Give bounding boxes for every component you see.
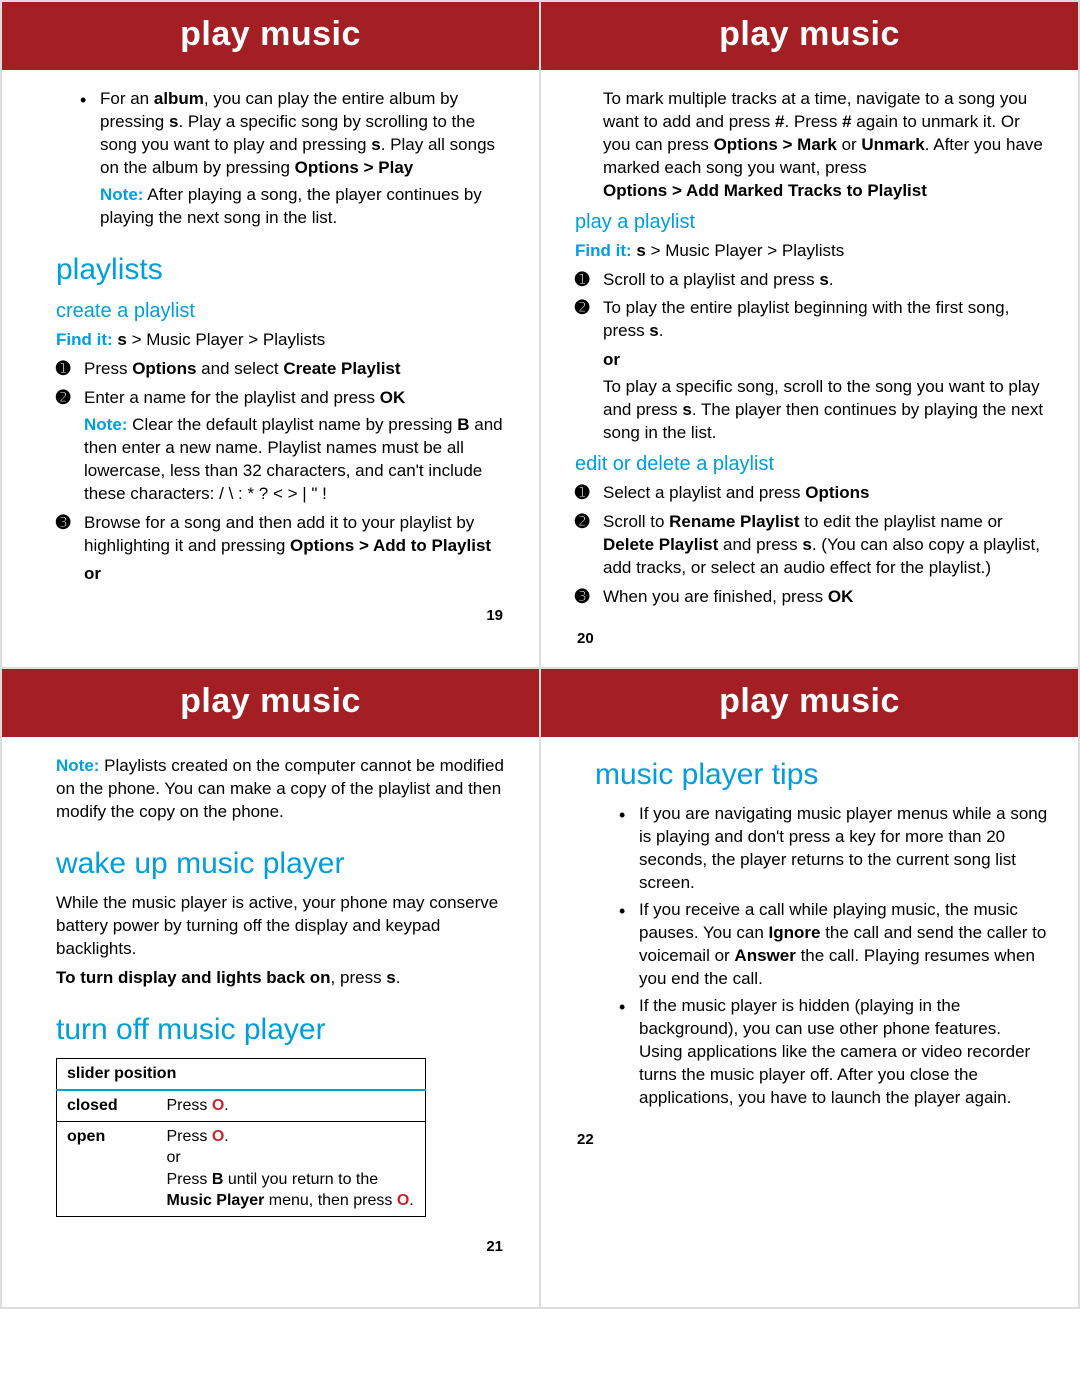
table-row: closed Press O.: [57, 1090, 426, 1121]
tips-heading: music player tips: [595, 755, 1048, 796]
tip-item: If you are navigating music player menus…: [595, 803, 1048, 895]
step-1: ➊ Select a playlist and press Options: [575, 482, 1048, 505]
page-19: play music For an album, you can play th…: [1, 1, 540, 668]
step-1: ➊ Press Options and select Create Playli…: [56, 358, 509, 381]
page-number: 21: [2, 1237, 539, 1257]
page-21-content: Note: Playlists created on the computer …: [2, 755, 539, 1217]
s-key-icon: s: [386, 968, 395, 987]
wake-para: While the music player is active, your p…: [56, 892, 509, 961]
s-key-icon: s: [802, 535, 811, 554]
mark-tracks-para: To mark multiple tracks at a time, navig…: [575, 88, 1048, 203]
step-1: ➊ Scroll to a playlist and press s.: [575, 269, 1048, 292]
note-block: Note: Playlists created on the computer …: [56, 755, 509, 824]
turnoff-heading: turn off music player: [56, 1010, 509, 1051]
s-key-icon: s: [371, 135, 380, 154]
page-number: 22: [541, 1130, 1078, 1150]
banner: play music: [2, 669, 539, 737]
tip-item: If you receive a call while playing musi…: [595, 899, 1048, 991]
play-steps: ➊ Scroll to a playlist and press s. ➋ To…: [575, 269, 1048, 446]
create-steps: ➊ Press Options and select Create Playli…: [56, 358, 509, 558]
o-key-icon: O: [212, 1128, 224, 1145]
edit-steps: ➊ Select a playlist and press Options ➋ …: [575, 482, 1048, 609]
s-key-icon: s: [682, 400, 691, 419]
step-2: ➋ Scroll to Rename Playlist to edit the …: [575, 511, 1048, 580]
b-key-icon: B: [457, 415, 469, 434]
o-key-icon: O: [212, 1097, 224, 1114]
or-label: or: [603, 349, 1048, 372]
find-it-line: Find it: s > Music Player > Playlists: [56, 329, 509, 352]
step-3: ➌ When you are finished, press OK: [575, 586, 1048, 609]
step-2: ➋ Enter a name for the playlist and pres…: [56, 387, 509, 506]
page-22-content: music player tips If you are navigating …: [541, 755, 1078, 1110]
page-21: play music Note: Playlists created on th…: [1, 668, 540, 1308]
page-number: 20: [541, 629, 1078, 649]
banner: play music: [541, 669, 1078, 737]
s-key-icon: s: [636, 241, 645, 260]
page-22: play music music player tips If you are …: [540, 668, 1079, 1308]
page-20-content: To mark multiple tracks at a time, navig…: [541, 88, 1078, 609]
wake-heading: wake up music player: [56, 844, 509, 885]
page-19-content: For an album, you can play the entire al…: [2, 88, 539, 587]
b-key-icon: B: [212, 1171, 224, 1188]
banner: play music: [541, 2, 1078, 70]
step-2: ➋ To play the entire playlist beginning …: [575, 297, 1048, 445]
album-bullets: For an album, you can play the entire al…: [56, 88, 509, 230]
page-number: 19: [2, 606, 539, 626]
table-row: open Press O. or Press B until you retur…: [57, 1121, 426, 1216]
s-key-icon: s: [117, 330, 126, 349]
tips-list: If you are navigating music player menus…: [595, 803, 1048, 1109]
page-grid: play music For an album, you can play th…: [0, 0, 1080, 1309]
s-key-icon: s: [819, 270, 828, 289]
s-key-icon: s: [649, 321, 658, 340]
edit-delete-heading: edit or delete a playlist: [575, 451, 1048, 478]
o-key-icon: O: [397, 1192, 409, 1209]
playlists-heading: playlists: [56, 250, 509, 291]
play-playlist-heading: play a playlist: [575, 209, 1048, 236]
step-3: ➌ Browse for a song and then add it to y…: [56, 512, 509, 558]
banner: play music: [2, 2, 539, 70]
or-label: or: [84, 563, 509, 586]
wake-instruction: To turn display and lights back on, pres…: [56, 967, 509, 990]
album-bullet: For an album, you can play the entire al…: [56, 88, 509, 230]
find-it-line: Find it: s > Music Player > Playlists: [575, 240, 1048, 263]
note-block: Note: After playing a song, the player c…: [100, 184, 509, 230]
page-20: play music To mark multiple tracks at a …: [540, 1, 1079, 668]
table-header: slider position: [57, 1059, 426, 1090]
slider-table: slider position closed Press O. open Pre…: [56, 1058, 426, 1217]
hash-key-icon: #: [842, 112, 851, 131]
tip-item: If the music player is hidden (playing i…: [595, 995, 1048, 1110]
note-block: Note: Clear the default playlist name by…: [84, 414, 509, 506]
create-playlist-heading: create a playlist: [56, 298, 509, 325]
